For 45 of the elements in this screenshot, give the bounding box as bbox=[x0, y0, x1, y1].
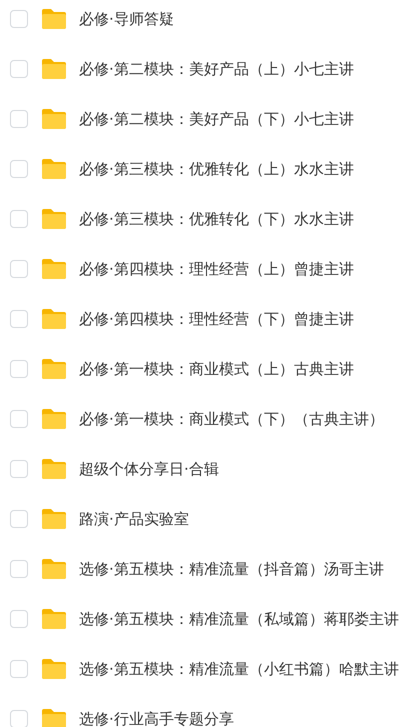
folder-icon bbox=[41, 458, 67, 480]
folder-name[interactable]: 超级个体分享日·合辑 bbox=[79, 458, 219, 480]
checkbox[interactable] bbox=[10, 660, 28, 678]
folder-name[interactable]: 选修·行业高手专题分享 bbox=[79, 708, 234, 727]
folder-icon bbox=[41, 308, 67, 330]
folder-icon bbox=[41, 208, 67, 230]
checkbox[interactable] bbox=[10, 710, 28, 727]
checkbox[interactable] bbox=[10, 210, 28, 228]
folder-icon bbox=[41, 158, 67, 180]
folder-icon bbox=[41, 708, 67, 727]
folder-icon bbox=[41, 658, 67, 680]
checkbox[interactable] bbox=[10, 410, 28, 428]
folder-name[interactable]: 选修·第五模块：精准流量（小红书篇）哈默主讲 bbox=[79, 658, 399, 680]
folder-name[interactable]: 必修·导师答疑 bbox=[79, 8, 174, 30]
checkbox[interactable] bbox=[10, 510, 28, 528]
folder-name[interactable]: 必修·第二模块：美好产品（下）小七主讲 bbox=[79, 108, 354, 130]
folder-icon bbox=[41, 108, 67, 130]
checkbox[interactable] bbox=[10, 260, 28, 278]
folder-name[interactable]: 必修·第一模块：商业模式（下）（古典主讲） bbox=[79, 408, 384, 430]
folder-name[interactable]: 必修·第二模块：美好产品（上）小七主讲 bbox=[79, 58, 354, 80]
checkbox[interactable] bbox=[10, 560, 28, 578]
folder-icon bbox=[41, 258, 67, 280]
folder-name[interactable]: 必修·第一模块：商业模式（上）古典主讲 bbox=[79, 358, 354, 380]
folder-icon bbox=[41, 358, 67, 380]
folder-name[interactable]: 必修·第三模块：优雅转化（下）水水主讲 bbox=[79, 208, 354, 230]
folder-name[interactable]: 路演·产品实验室 bbox=[79, 508, 189, 530]
checkbox[interactable] bbox=[10, 160, 28, 178]
checkbox[interactable] bbox=[10, 110, 28, 128]
checkbox[interactable] bbox=[10, 610, 28, 628]
checkbox[interactable] bbox=[10, 460, 28, 478]
folder-name[interactable]: 必修·第四模块：理性经营（下）曾捷主讲 bbox=[79, 308, 354, 330]
folder-icon bbox=[41, 558, 67, 580]
folder-icon bbox=[41, 408, 67, 430]
folder-icon bbox=[41, 58, 67, 80]
checkbox[interactable] bbox=[10, 310, 28, 328]
checkbox[interactable] bbox=[10, 360, 28, 378]
folder-name[interactable]: 选修·第五模块：精准流量（私域篇）蒋耶娄主讲 bbox=[79, 608, 399, 630]
folder-icon bbox=[41, 508, 67, 530]
folder-name[interactable]: 选修·第五模块：精准流量（抖音篇）汤哥主讲 bbox=[79, 558, 384, 580]
checkbox[interactable] bbox=[10, 10, 28, 28]
folder-name[interactable]: 必修·第三模块：优雅转化（上）水水主讲 bbox=[79, 158, 354, 180]
folder-icon bbox=[41, 608, 67, 630]
checkbox[interactable] bbox=[10, 60, 28, 78]
folder-icon bbox=[41, 8, 67, 30]
folder-name[interactable]: 必修·第四模块：理性经营（上）曾捷主讲 bbox=[79, 258, 354, 280]
